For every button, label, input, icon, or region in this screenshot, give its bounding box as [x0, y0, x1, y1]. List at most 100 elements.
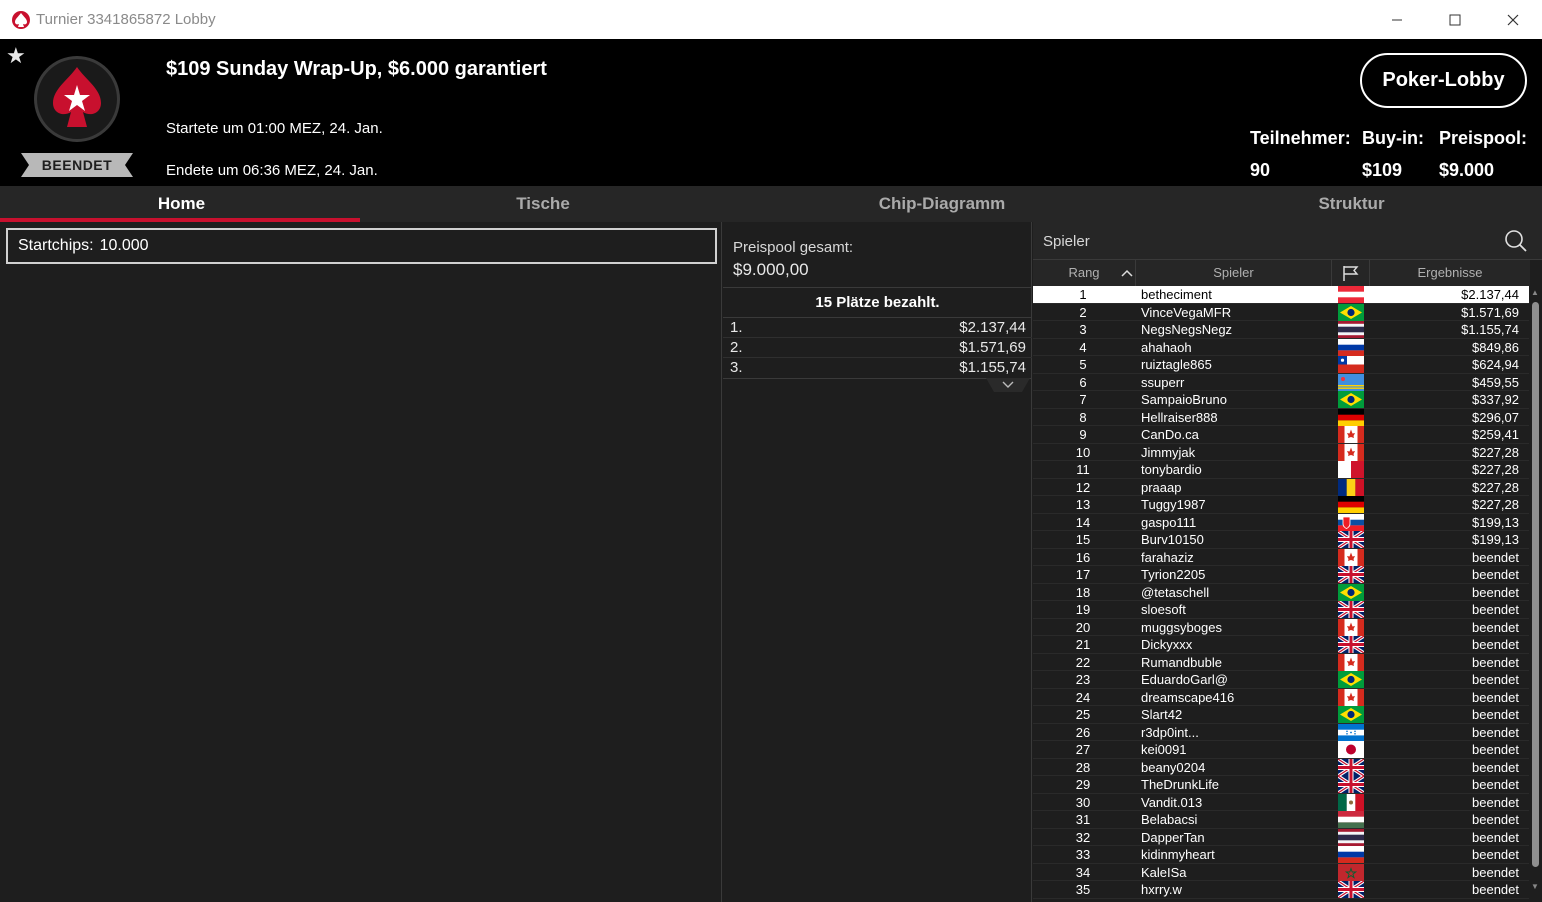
table-row[interactable]: 15 Burv10150 $199,13: [1033, 531, 1529, 549]
table-row[interactable]: 10 Jimmyjak $227,28: [1033, 443, 1529, 461]
search-icon[interactable]: [1504, 229, 1528, 253]
player-rank: 24: [1075, 689, 1091, 705]
player-rank: 14: [1075, 514, 1091, 530]
table-row[interactable]: 21 Dickyxxx beendet: [1033, 636, 1529, 654]
country-flag-icon: [1338, 671, 1364, 688]
table-row[interactable]: 8 Hellraiser888 $296,07: [1033, 408, 1529, 426]
column-header-rank[interactable]: Rang: [1033, 260, 1136, 286]
player-name: @tetaschell: [1141, 584, 1210, 600]
player-rank: 18: [1075, 584, 1091, 600]
column-header-player[interactable]: Spieler: [1136, 260, 1332, 286]
country-flag-icon: [1338, 793, 1364, 811]
table-row[interactable]: 28 beany0204 beendet: [1033, 758, 1529, 776]
player-result: $296,07: [1472, 409, 1519, 425]
table-row[interactable]: 24 dreamscape416 beendet: [1033, 688, 1529, 706]
table-row[interactable]: 25 Slart42 beendet: [1033, 706, 1529, 724]
scroll-down-icon[interactable]: ▼: [1531, 882, 1539, 891]
player-name: Slart42: [1141, 707, 1183, 722]
table-row[interactable]: 16 farahaziz beendet: [1033, 548, 1529, 566]
total-prizepool-value: $9.000,00: [733, 260, 809, 279]
table-row[interactable]: 26 r3dp0int... beendet: [1033, 723, 1529, 741]
table-row[interactable]: 5 ruiztagle865 $624,94: [1033, 356, 1529, 374]
payout-row: 3. $1.155,74: [730, 359, 1026, 376]
table-row[interactable]: 12 praaap $227,28: [1033, 478, 1529, 496]
scroll-up-icon[interactable]: ▲: [1531, 288, 1539, 297]
table-row[interactable]: 13 Tuggy1987 $227,28: [1033, 496, 1529, 514]
player-result: $1.571,69: [1461, 304, 1519, 320]
table-row[interactable]: 35 hxrry.w beendet: [1033, 881, 1529, 899]
country-flag-icon: [1338, 496, 1364, 513]
country-flag-icon: [1338, 583, 1364, 601]
table-row[interactable]: 31 Belabacsi beendet: [1033, 811, 1529, 829]
player-result: $199,13: [1472, 514, 1519, 530]
table-row[interactable]: 29 TheDrunkLife beendet: [1033, 776, 1529, 794]
player-rank: 16: [1075, 549, 1091, 565]
country-flag-icon: [1338, 548, 1364, 566]
table-row[interactable]: 6 ssuperr $459,55: [1033, 373, 1529, 391]
player-result: $227,28: [1472, 479, 1519, 495]
table-row[interactable]: 1 betheciment $2.137,44: [1033, 286, 1529, 304]
player-result: beendet: [1472, 794, 1519, 810]
player-result: beendet: [1472, 637, 1519, 652]
player-rank: 25: [1075, 707, 1091, 722]
table-row[interactable]: 14 gaspo111 $199,13: [1033, 513, 1529, 531]
table-row[interactable]: 17 Tyrion2205 beendet: [1033, 566, 1529, 584]
column-header-results[interactable]: Ergebnisse: [1370, 260, 1530, 286]
table-row[interactable]: 20 muggsyboges beendet: [1033, 618, 1529, 636]
table-row[interactable]: 11 tonybardio $227,28: [1033, 461, 1529, 479]
poker-lobby-button[interactable]: Poker-Lobby: [1360, 53, 1527, 108]
player-rank: 33: [1075, 847, 1091, 862]
country-flag-icon: [1338, 723, 1364, 741]
table-row[interactable]: 32 DapperTan beendet: [1033, 828, 1529, 846]
minimize-button[interactable]: [1368, 0, 1426, 39]
table-row[interactable]: 23 EduardoGarl@ beendet: [1033, 671, 1529, 689]
table-row[interactable]: 9 CanDo.ca $259,41: [1033, 426, 1529, 444]
total-prizepool-label: Preispool gesamt:: [733, 239, 854, 256]
table-row[interactable]: 22 Rumandbuble beendet: [1033, 653, 1529, 671]
country-flag-icon: [1338, 706, 1364, 723]
player-result: $459,55: [1472, 374, 1519, 390]
player-rank: 21: [1075, 637, 1091, 652]
player-name: TheDrunkLife: [1141, 777, 1220, 792]
tab-structure[interactable]: Struktur: [1161, 186, 1542, 222]
column-header-country[interactable]: [1332, 260, 1370, 286]
player-list-scrollbar[interactable]: ▲ ▼: [1529, 286, 1542, 902]
scrollbar-thumb[interactable]: [1532, 302, 1539, 867]
player-result: beendet: [1472, 672, 1519, 687]
expand-payouts-chevron-icon[interactable]: [986, 378, 1030, 392]
favorite-star-icon[interactable]: ★: [6, 43, 26, 69]
table-row[interactable]: 3 NegsNegsNegz $1.155,74: [1033, 321, 1529, 339]
player-rank: 26: [1075, 724, 1091, 740]
table-row[interactable]: 4 ahahaoh $849,86: [1033, 338, 1529, 356]
country-flag-icon: [1338, 321, 1364, 338]
country-flag-icon: [1338, 881, 1364, 898]
player-name: CanDo.ca: [1141, 427, 1199, 442]
search-input[interactable]: Spieler: [1043, 233, 1090, 250]
player-rank: 2: [1079, 304, 1087, 320]
close-button[interactable]: [1484, 0, 1542, 39]
player-result: beendet: [1472, 707, 1519, 722]
table-row[interactable]: 34 KaleISa beendet: [1033, 863, 1529, 881]
player-rank: 27: [1075, 742, 1091, 757]
tab-home[interactable]: Home: [0, 186, 363, 222]
table-row[interactable]: 33 kidinmyheart beendet: [1033, 846, 1529, 864]
table-row[interactable]: 7 SampaioBruno $337,92: [1033, 391, 1529, 409]
player-rank: 8: [1079, 409, 1087, 425]
player-name: DapperTan: [1141, 829, 1205, 845]
maximize-button[interactable]: [1426, 0, 1484, 39]
player-rank: 32: [1075, 829, 1091, 845]
payout-row: 1. $2.137,44: [723, 318, 1032, 338]
tab-tables[interactable]: Tische: [363, 186, 723, 222]
player-search[interactable]: Spieler: [1033, 222, 1542, 260]
country-flag-icon: [1338, 863, 1364, 881]
tab-chip-chart[interactable]: Chip-Diagramm: [723, 186, 1161, 222]
table-row[interactable]: 18 @tetaschell beendet: [1033, 583, 1529, 601]
player-result: $337,92: [1472, 392, 1519, 407]
table-row[interactable]: 19 sloesoft beendet: [1033, 601, 1529, 619]
player-result: $227,28: [1472, 444, 1519, 460]
player-result: beendet: [1472, 759, 1519, 775]
table-row[interactable]: 30 Vandit.013 beendet: [1033, 793, 1529, 811]
country-flag-icon: [1338, 443, 1364, 461]
table-row[interactable]: 27 kei0091 beendet: [1033, 741, 1529, 759]
table-row[interactable]: 2 VinceVegaMFR $1.571,69: [1033, 303, 1529, 321]
